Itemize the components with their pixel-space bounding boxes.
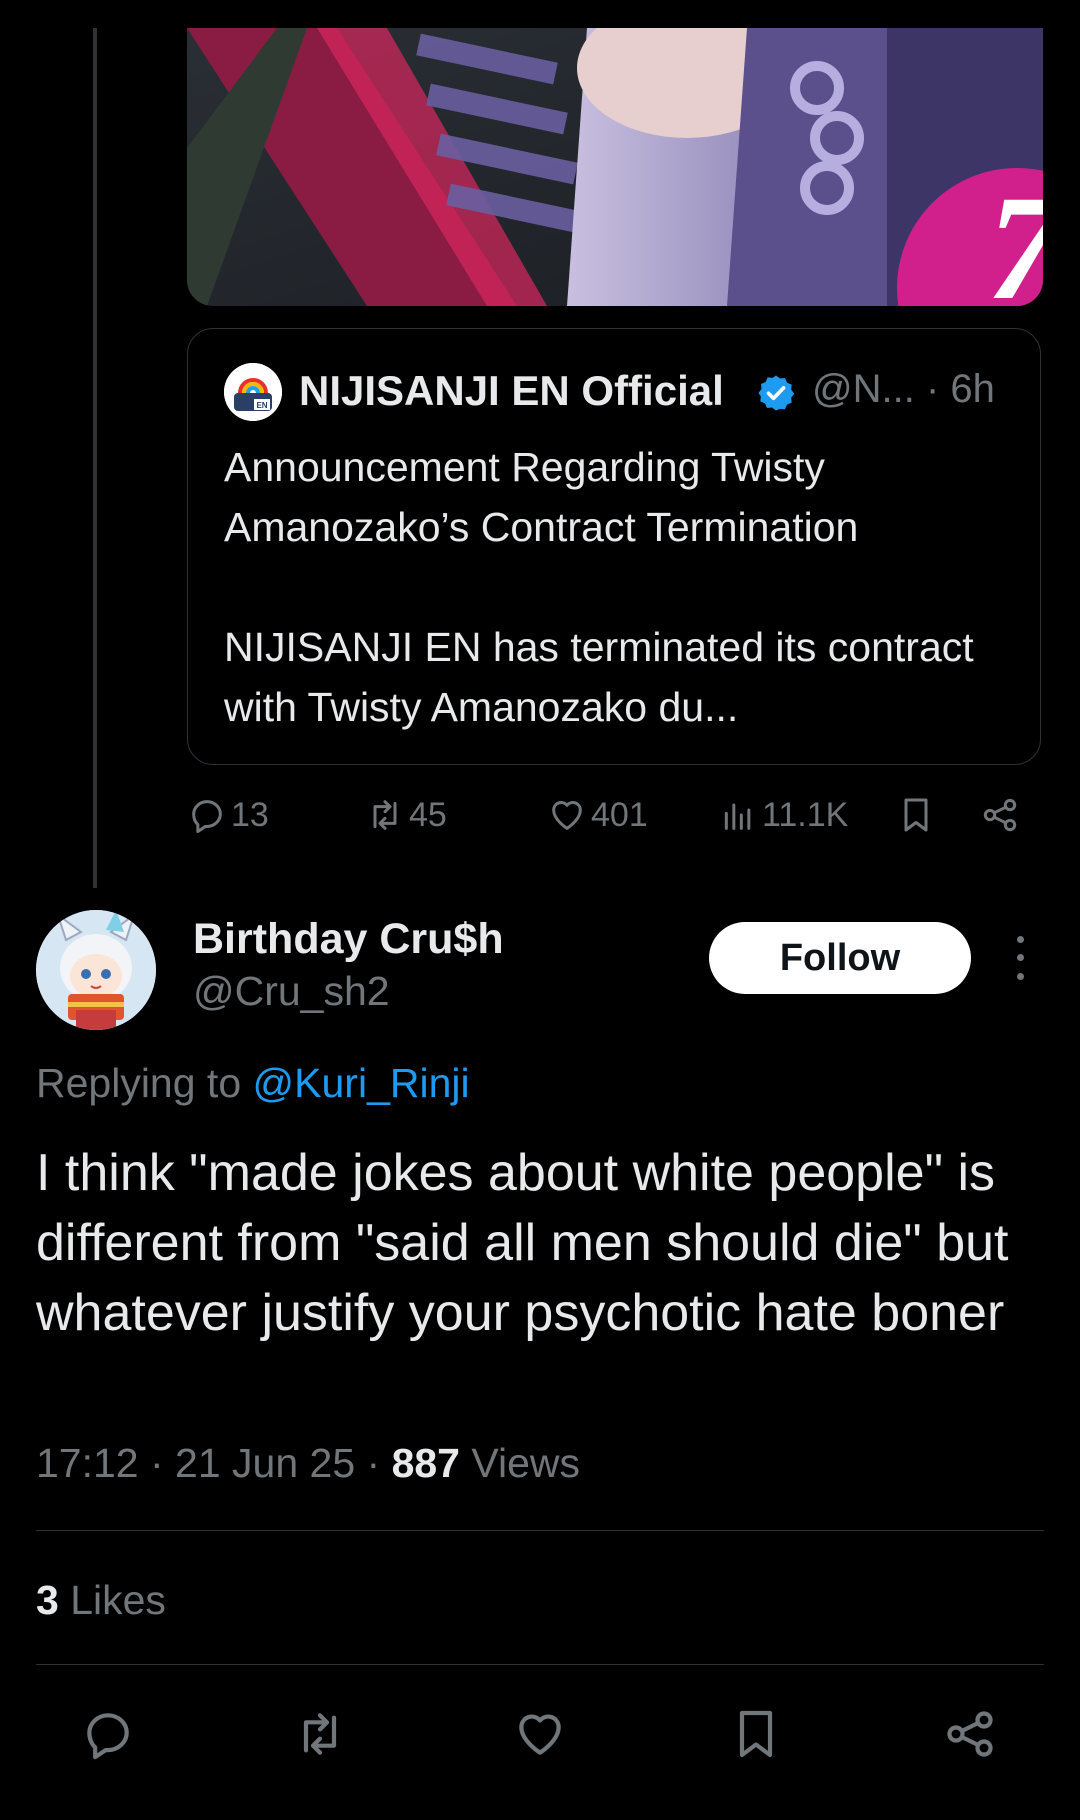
parent-views-count: 11.1K bbox=[762, 795, 849, 834]
reply-author-name[interactable]: Birthday Cru$h bbox=[193, 915, 504, 964]
parent-share-action[interactable] bbox=[980, 790, 1020, 840]
parent-reply-action[interactable]: 13 bbox=[187, 790, 269, 840]
quoted-account-handle-time: @N... · 6h bbox=[812, 367, 995, 412]
divider bbox=[36, 1530, 1044, 1531]
reply-action-button[interactable] bbox=[80, 1706, 136, 1762]
like-icon bbox=[552, 801, 582, 830]
reply-author-handle[interactable]: @Cru_sh2 bbox=[193, 968, 390, 1015]
quoted-avatar-badge: EN bbox=[256, 401, 267, 410]
parent-bookmark-action[interactable] bbox=[896, 790, 936, 840]
more-icon[interactable] bbox=[1004, 930, 1036, 986]
reply-tweet-text: I think "made jokes about white people" … bbox=[36, 1144, 1009, 1342]
parent-repost-action[interactable]: 45 bbox=[365, 790, 447, 840]
repost-icon bbox=[303, 1713, 337, 1755]
follow-button[interactable]: Follow bbox=[709, 922, 971, 994]
parent-reply-count: 13 bbox=[231, 795, 269, 834]
views-icon bbox=[724, 803, 751, 830]
share-icon bbox=[983, 798, 1017, 832]
bookmark-action-button[interactable] bbox=[728, 1706, 784, 1762]
reply-author-avatar[interactable] bbox=[36, 910, 156, 1030]
parent-views-action[interactable]: 11.1K bbox=[718, 790, 848, 840]
thread-connector-line bbox=[93, 28, 97, 888]
divider bbox=[36, 1664, 1044, 1665]
repost-icon bbox=[373, 800, 397, 830]
quoted-tweet-text: Announcement Regarding Twisty Amanozako’… bbox=[224, 444, 974, 730]
bookmark-icon bbox=[904, 798, 928, 832]
quoted-account-name[interactable]: NIJISANJI EN Official bbox=[299, 367, 724, 415]
reply-tweet-meta: 17:12 · 21 Jun 25 · 887 Views bbox=[36, 1440, 580, 1487]
reply-likes-summary[interactable]: 3 Likes bbox=[36, 1577, 166, 1624]
replying-to-handle-link[interactable]: @Kuri_Rinji bbox=[253, 1060, 470, 1106]
replying-to-line: Replying to @Kuri_Rinji bbox=[36, 1060, 470, 1107]
quoted-account-handle[interactable]: @N... bbox=[812, 367, 915, 411]
quoted-tweet-card[interactable]: EN NIJISANJI EN Official @N... · 6h Anno… bbox=[187, 328, 1041, 765]
repost-action-button[interactable] bbox=[292, 1706, 348, 1762]
parent-like-action[interactable]: 401 bbox=[547, 790, 648, 840]
bookmark-icon bbox=[739, 1710, 773, 1758]
replying-to-prefix: Replying to bbox=[36, 1060, 242, 1106]
parent-tweet-media-image[interactable]: 7 bbox=[187, 28, 1043, 306]
reply-views-label: Views bbox=[460, 1440, 581, 1486]
media-corner-number: 7 bbox=[987, 165, 1043, 306]
parent-like-count: 401 bbox=[591, 795, 648, 834]
share-icon bbox=[947, 1711, 993, 1757]
quoted-tweet-time[interactable]: · 6h bbox=[926, 367, 995, 411]
reply-likes-label: Likes bbox=[58, 1577, 166, 1623]
reply-icon bbox=[192, 800, 222, 833]
share-action-button[interactable] bbox=[942, 1706, 998, 1762]
reply-likes-count: 3 bbox=[36, 1577, 59, 1623]
like-action-button[interactable] bbox=[512, 1706, 568, 1762]
parent-repost-count: 45 bbox=[409, 795, 447, 834]
like-icon bbox=[519, 1714, 561, 1755]
reply-tweet-timestamp[interactable]: 17:12 · 21 Jun 25 · bbox=[36, 1440, 392, 1486]
reply-icon bbox=[87, 1713, 129, 1760]
quoted-account-avatar[interactable]: EN bbox=[224, 363, 282, 421]
verified-icon bbox=[758, 375, 795, 411]
reply-views-count: 887 bbox=[391, 1440, 460, 1486]
